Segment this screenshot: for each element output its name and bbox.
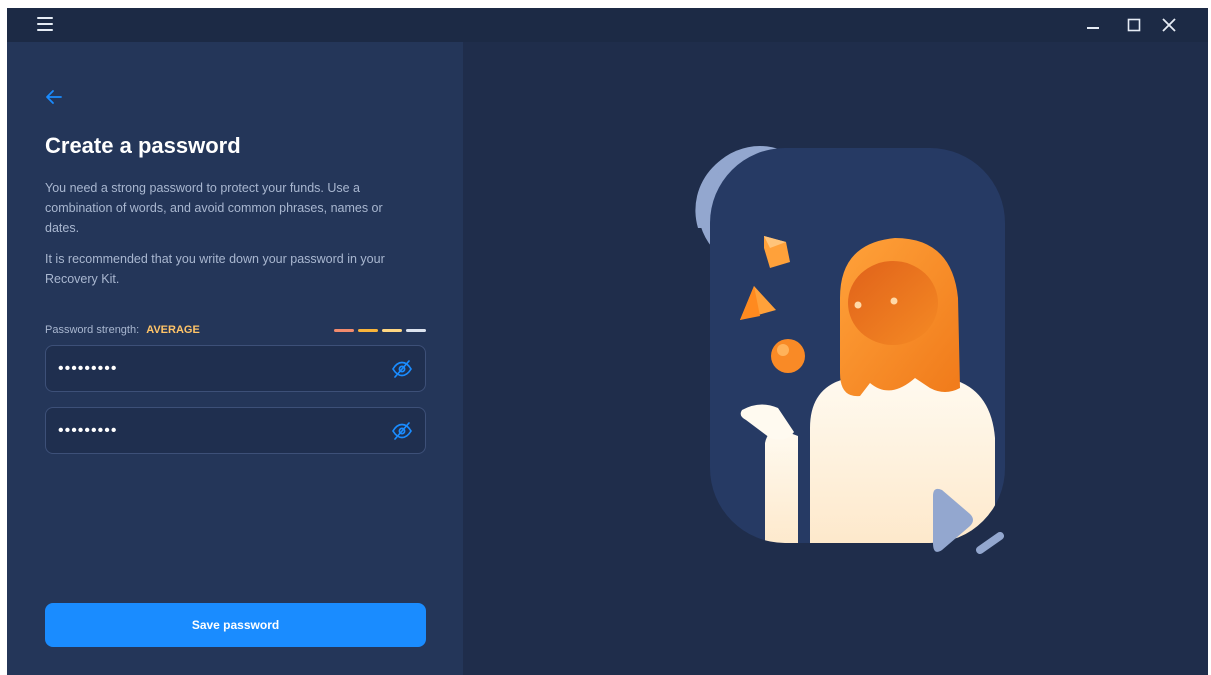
password-field: [45, 345, 426, 392]
onboarding-illustration: [690, 138, 1005, 563]
strength-meter: [330, 329, 426, 332]
strength-meter-segment: [406, 329, 426, 332]
hamburger-icon[interactable]: [37, 17, 53, 31]
recommendation-text: It is recommended that you write down yo…: [45, 252, 385, 286]
password-strength: Password strength: AVERAGE: [45, 324, 426, 340]
eye-off-icon[interactable]: [391, 358, 413, 380]
description-text: You need a strong password to protect yo…: [45, 181, 383, 235]
password-input[interactable]: [58, 346, 378, 391]
strength-label: Password strength:: [45, 324, 140, 336]
strength-value: AVERAGE: [146, 324, 200, 336]
maximize-icon[interactable]: [1120, 13, 1148, 37]
confirm-password-field: [45, 407, 426, 454]
arrow-left-icon[interactable]: [43, 86, 65, 108]
close-icon[interactable]: [1155, 13, 1183, 37]
minimize-icon[interactable]: [1079, 13, 1107, 37]
app-window: Create a password You need a strong pass…: [7, 8, 1208, 675]
password-form-panel: Create a password You need a strong pass…: [7, 42, 463, 675]
strength-meter-segment: [334, 329, 354, 332]
title-bar: [7, 8, 1208, 42]
strength-meter-segment: [382, 329, 402, 332]
strength-meter-segment: [358, 329, 378, 332]
save-password-button[interactable]: Save password: [45, 603, 426, 647]
confirm-password-input[interactable]: [58, 408, 378, 453]
eye-off-icon[interactable]: [391, 420, 413, 442]
page-title: Create a password: [45, 133, 241, 158]
